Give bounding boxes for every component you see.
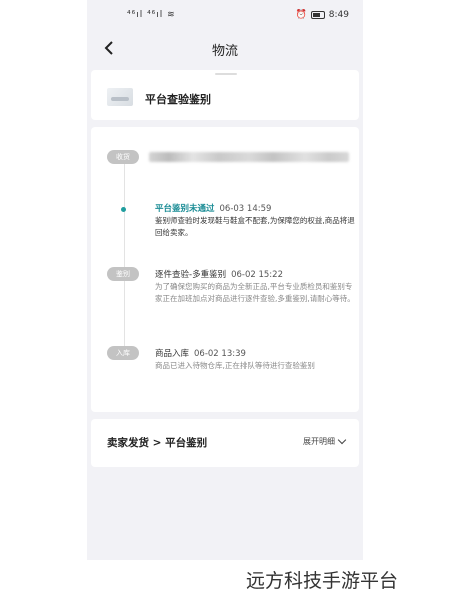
event-tag: 入库 <box>107 346 139 360</box>
shipping-title: 卖家发货 > 平台鉴别 <box>107 437 208 449</box>
product-thumbnail <box>107 88 133 106</box>
status-bar: ⁴⁶ıl ⁴⁶ıl ≋ ⏰ 8:49 <box>87 0 363 34</box>
event-time: 06-03 14:59 <box>219 204 272 214</box>
receiver-row: 收货 <box>107 150 349 164</box>
event-header: 平台鉴别未通过 06-03 14:59 <box>155 202 271 214</box>
timeline-line <box>124 163 125 358</box>
event-status: 逐件查验-多重鉴别 <box>155 270 227 280</box>
event-description: 为了确保您购买的商品为全新正品,平台专业质检员和鉴别专家正在加班加点对商品进行逐… <box>155 282 355 303</box>
nav-bar: 物流 <box>87 34 363 64</box>
watermark: 远方科技手游平台 <box>246 570 399 592</box>
event-status: 商品入库 <box>155 349 190 359</box>
event-header: 逐件查验-多重鉴别 06-02 15:22 <box>155 268 283 280</box>
event-description: 商品已进入待物仓库,正在排队等待进行查验鉴别 <box>155 361 315 370</box>
receiver-address-blurred <box>149 152 349 162</box>
expand-details-button[interactable]: 展开明细 <box>303 435 347 447</box>
alarm-icon: ⏰ <box>295 10 307 20</box>
page-title: 物流 <box>211 44 238 59</box>
battery-icon <box>310 11 325 19</box>
shipping-summary[interactable]: 卖家发货 > 平台鉴别 展开明细 <box>91 419 359 467</box>
event-status: 平台鉴别未通过 <box>155 204 215 214</box>
product-name: 平台查验鉴别 <box>145 93 211 106</box>
event-description: 鉴别师查验时发现鞋与鞋盒不配套,为保障您的权益,商品将退回给卖家。 <box>155 216 355 237</box>
receiver-tag: 收货 <box>107 150 139 164</box>
status-time: 8:49 <box>328 10 349 20</box>
current-dot-icon <box>121 207 126 212</box>
event-header: 商品入库 06-02 13:39 <box>155 347 246 359</box>
signal-icon: ⁴⁶ıl ⁴⁶ıl ≋ <box>127 10 176 20</box>
product-card[interactable]: 平台查验鉴别 <box>91 70 359 120</box>
phone-screen: ⁴⁶ıl ⁴⁶ıl ≋ ⏰ 8:49 物流 平台查验鉴别 收货 平台鉴别未通过 0… <box>87 0 363 560</box>
chevron-down-icon <box>337 435 347 445</box>
event-tag: 鉴别 <box>107 267 139 281</box>
status-right: ⏰ 8:49 <box>296 10 349 20</box>
logistics-timeline: 收货 平台鉴别未通过 06-03 14:59 鉴别师查验时发现鞋与鞋盒不配套,为保… <box>91 127 359 412</box>
expand-details-label: 展开明细 <box>303 437 335 446</box>
event-time: 06-02 15:22 <box>231 270 283 280</box>
event-time: 06-02 13:39 <box>194 349 246 359</box>
drag-handle[interactable] <box>215 73 237 75</box>
